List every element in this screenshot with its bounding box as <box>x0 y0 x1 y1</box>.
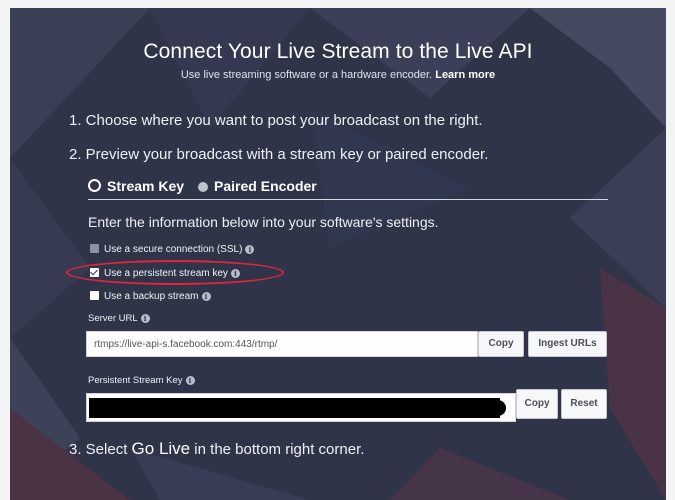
step-1-text: 1. Choose where you want to post your br… <box>69 112 483 129</box>
server-url-field[interactable]: rtmps://live-api-s.facebook.com:443/rtmp… <box>86 331 478 357</box>
go-live-text: Go Live <box>131 439 191 458</box>
tab-stream-key[interactable]: Stream Key <box>88 178 184 194</box>
stream-key-field[interactable] <box>86 393 516 422</box>
radio-selected-icon <box>88 179 101 192</box>
ssl-label: Use a secure connection (SSL) <box>104 244 243 255</box>
reset-stream-key-button[interactable]: Reset <box>561 389 607 419</box>
step-3-suffix: in the bottom right corner. <box>190 441 365 458</box>
copy-stream-key-button[interactable]: Copy <box>516 389 558 419</box>
info-icon[interactable]: i <box>201 292 211 301</box>
annotation-highlight-ellipse <box>66 260 284 285</box>
info-icon[interactable]: i <box>185 376 195 385</box>
page-title: Connect Your Live Stream to the Live API <box>143 40 533 63</box>
copy-server-url-button[interactable]: Copy <box>478 331 524 357</box>
stream-key-label-text: Persistent Stream Key <box>88 375 183 386</box>
content-area: Connect Your Live Stream to the Live API… <box>10 8 666 500</box>
instructions-text: Enter the information below into your so… <box>88 214 439 230</box>
tab-divider <box>88 199 608 200</box>
info-icon[interactable]: i <box>140 314 150 323</box>
step-3-text: 3. Select Go Live in the bottom right co… <box>69 439 364 459</box>
radio-unselected-icon <box>198 182 209 192</box>
server-url-label-text: Server URL <box>88 313 138 324</box>
tab-paired-encoder[interactable]: Paired Encoder <box>184 178 317 194</box>
stream-key-label: Persistent Stream Key i <box>88 375 195 386</box>
ssl-checkbox <box>90 244 99 253</box>
tab-stream-key-label: Stream Key <box>107 178 185 194</box>
page-subtitle: Use live streaming software or a hardwar… <box>10 69 666 81</box>
live-api-panel: Connect Your Live Stream to the Live API… <box>10 8 666 500</box>
backup-stream-label: Use a backup stream <box>104 291 199 302</box>
step-3-prefix: 3. Select <box>69 441 132 458</box>
option-ssl: Use a secure connection (SSL) i <box>90 244 255 255</box>
backup-stream-checkbox[interactable] <box>90 291 99 300</box>
option-backup-stream: Use a backup stream i <box>90 291 211 302</box>
stream-method-tabs: Stream Key Paired Encoder <box>88 178 317 194</box>
tab-paired-encoder-label: Paired Encoder <box>214 178 317 194</box>
server-url-label: Server URL i <box>88 313 150 324</box>
step-2-text: 2. Preview your broadcast with a stream … <box>69 146 489 163</box>
redaction-bar <box>89 398 500 418</box>
redaction-bar-tip <box>492 400 506 416</box>
info-icon[interactable]: i <box>245 245 255 254</box>
ingest-urls-button[interactable]: Ingest URLs <box>528 331 607 357</box>
subtitle-text: Use live streaming software or a hardwar… <box>180 69 433 81</box>
learn-more-link[interactable]: Learn more <box>435 69 495 81</box>
